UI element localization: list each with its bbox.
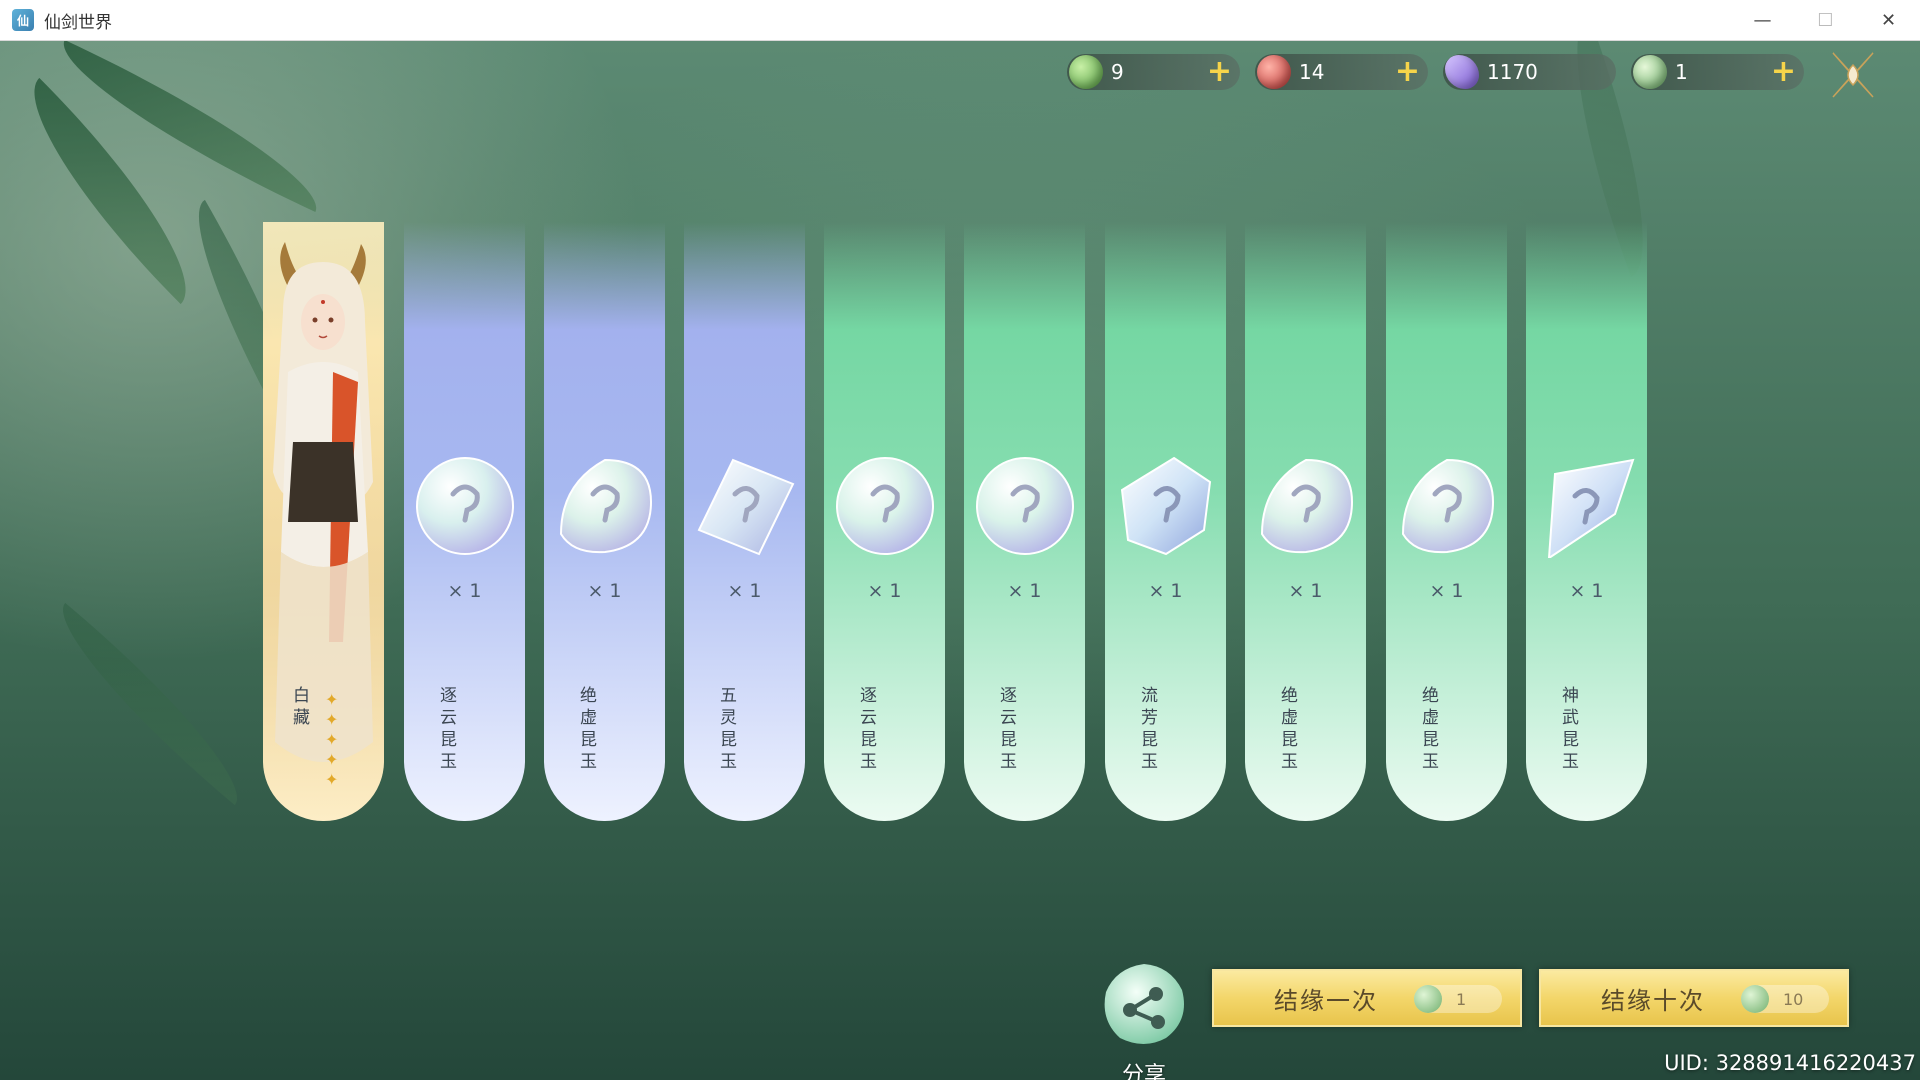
- resource-jade-token[interactable]: 1 +: [1631, 54, 1804, 90]
- draw-cost: 1: [1414, 985, 1502, 1013]
- item-name: 逐云昆玉: [1000, 686, 1017, 772]
- share-icon[interactable]: [1100, 960, 1188, 1048]
- item-name: 流芳昆玉: [1141, 686, 1158, 772]
- app-icon: 仙: [12, 9, 34, 31]
- item-name: 绝虚昆玉: [1281, 686, 1298, 772]
- window-titlebar: 仙 仙剑世界 — ☐ ✕: [0, 0, 1920, 41]
- player-uid: UID: 328891416220437: [1664, 1051, 1916, 1075]
- item-quantity: × 1: [727, 580, 762, 602]
- drop-gem-icon: [559, 458, 652, 554]
- resource-value: 14: [1299, 60, 1325, 84]
- add-resource-button[interactable]: +: [1771, 57, 1796, 87]
- add-resource-button[interactable]: +: [1395, 57, 1420, 87]
- minimize-icon[interactable]: —: [1731, 0, 1794, 41]
- drop-gem-icon: [1401, 458, 1494, 554]
- item-quantity: × 1: [1007, 580, 1042, 602]
- character-rarity-stars: ✦ ✦ ✦ ✦ ✦: [325, 692, 347, 788]
- reward-card-character[interactable]: 白藏 ✦ ✦ ✦ ✦ ✦: [263, 222, 384, 821]
- item-quantity: × 1: [1148, 580, 1183, 602]
- maximize-icon[interactable]: ☐: [1794, 0, 1857, 41]
- reward-card-item[interactable]: × 1 五灵昆玉: [684, 222, 805, 821]
- reward-card-item[interactable]: × 1 逐云昆玉: [404, 222, 525, 821]
- character-portrait: [263, 222, 384, 821]
- item-quantity: × 1: [447, 580, 482, 602]
- close-icon[interactable]: ✕: [1857, 0, 1920, 41]
- resource-value: 1170: [1487, 60, 1538, 84]
- item-name: 绝虚昆玉: [580, 686, 597, 772]
- game-viewport: 9 + 14 + 1170 1 + 白藏 ✦ ✦ ✦ ✦ ✦ × 1 逐云昆玉 …: [0, 41, 1920, 1080]
- item-quantity: × 1: [1429, 580, 1464, 602]
- item-name: 逐云昆玉: [440, 686, 457, 772]
- purple-crystal-icon: [1445, 55, 1479, 89]
- rect-gem-icon: [697, 458, 794, 556]
- star-icon: ✦: [325, 770, 339, 789]
- green-spirit-stone-icon: [1069, 55, 1103, 89]
- jade-token-icon: [1741, 985, 1769, 1013]
- item-name: 逐云昆玉: [860, 686, 877, 772]
- reward-card-item[interactable]: × 1 逐云昆玉: [964, 222, 1085, 821]
- sphere-gem-icon: [415, 457, 514, 555]
- reward-card-item[interactable]: × 1 绝虚昆玉: [544, 222, 665, 821]
- add-resource-button[interactable]: +: [1207, 57, 1232, 87]
- reward-card-item[interactable]: × 1 逐云昆玉: [824, 222, 945, 821]
- draw-ten-label: 结缘十次: [1601, 986, 1705, 1015]
- draw-cost: 10: [1741, 985, 1829, 1013]
- jade-token-icon: [1633, 55, 1667, 89]
- reward-card-item[interactable]: × 1 神武昆玉: [1526, 222, 1647, 821]
- item-quantity: × 1: [867, 580, 902, 602]
- star-icon: ✦: [325, 710, 339, 729]
- drop-gem-icon: [1260, 458, 1353, 554]
- star-icon: ✦: [325, 750, 339, 769]
- star-icon: ✦: [325, 730, 339, 749]
- jade-token-icon: [1414, 985, 1442, 1013]
- item-quantity: × 1: [587, 580, 622, 602]
- resource-red-spirit-stone[interactable]: 14 +: [1255, 54, 1428, 90]
- resource-value: 1: [1675, 60, 1688, 84]
- star-icon: ✦: [325, 690, 339, 709]
- character-name: 白藏: [293, 686, 310, 728]
- resource-value: 9: [1111, 60, 1124, 84]
- item-name: 绝虚昆玉: [1422, 686, 1439, 772]
- item-quantity: × 1: [1288, 580, 1323, 602]
- close-game-icon[interactable]: [1825, 47, 1881, 103]
- shard-gem-icon: [1547, 458, 1634, 558]
- draw-cost-value: 10: [1783, 989, 1804, 1009]
- resource-green-spirit-stone[interactable]: 9 +: [1067, 54, 1240, 90]
- draw-once-label: 结缘一次: [1274, 986, 1378, 1015]
- resource-purple-crystal: 1170: [1443, 54, 1616, 90]
- item-quantity: × 1: [1569, 580, 1604, 602]
- window-title: 仙剑世界: [44, 12, 112, 33]
- bamboo-leaf-decoration: [35, 602, 265, 806]
- item-name: 神武昆玉: [1562, 686, 1579, 772]
- sphere-gem-icon: [975, 457, 1074, 555]
- reward-card-item[interactable]: × 1 绝虚昆玉: [1386, 222, 1507, 821]
- reward-card-item[interactable]: × 1 绝虚昆玉: [1245, 222, 1366, 821]
- sphere-gem-icon: [835, 457, 934, 555]
- share-label[interactable]: 分享: [1100, 1057, 1188, 1080]
- hex-gem-icon: [1120, 456, 1211, 556]
- window-controls: — ☐ ✕: [1731, 0, 1920, 41]
- red-spirit-stone-icon: [1257, 55, 1291, 89]
- item-name: 五灵昆玉: [720, 686, 737, 772]
- draw-ten-button[interactable]: 结缘十次 10: [1539, 969, 1849, 1027]
- draw-once-button[interactable]: 结缘一次 1: [1212, 969, 1522, 1027]
- draw-cost-value: 1: [1456, 989, 1467, 1009]
- reward-card-item[interactable]: × 1 流芳昆玉: [1105, 222, 1226, 821]
